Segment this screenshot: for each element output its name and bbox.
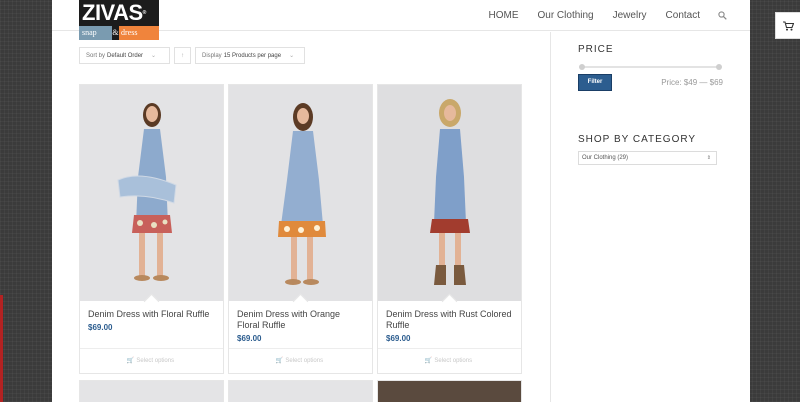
chevron-updown-icon: ⇕ [706, 155, 711, 161]
shop-sidebar: PRICE Filter Price: $49 — $69 SHOP BY CA… [550, 32, 750, 402]
product-name[interactable]: Denim Dress with Rust Colored Ruffle [386, 309, 513, 331]
products-per-page-dropdown[interactable]: Display 15 Products per page ⌄ [195, 47, 305, 64]
product-card[interactable]: Denim Dress with Rust Colored Ruffle $69… [377, 84, 522, 374]
logo-tagline: snap & dress [79, 26, 159, 40]
chevron-down-icon: ⌄ [289, 53, 295, 59]
select-options-button[interactable]: 🛒 Select options [229, 349, 372, 373]
product-card[interactable]: Denim Dress with Floral Ruffle $69.00 🛒 S… [79, 84, 224, 374]
price-slider-max-handle[interactable] [716, 64, 722, 70]
product-info: Denim Dress with Floral Ruffle $69.00 [80, 301, 223, 349]
product-price: $69.00 [237, 334, 262, 343]
product-price: $69.00 [88, 323, 113, 332]
product-image[interactable] [80, 85, 223, 301]
nav-jewelry[interactable]: Jewelry [613, 10, 647, 21]
product-card[interactable]: Denim Dress with Orange Floral Ruffle $6… [228, 84, 373, 374]
select-options-label: Select options [285, 358, 324, 364]
price-slider-min-handle[interactable] [579, 64, 585, 70]
logo-wordmark: ZIVAS® [79, 0, 159, 26]
sort-by-label: Sort by [86, 52, 106, 59]
nav-contact[interactable]: Contact [666, 10, 700, 21]
product-info: Denim Dress with Rust Colored Ruffle $69… [378, 301, 521, 349]
sort-direction-button[interactable]: ↑ [174, 47, 191, 64]
logo-tagline-amp: & [112, 26, 119, 40]
nav-home[interactable]: HOME [488, 10, 518, 21]
product-price: $69.00 [386, 334, 411, 343]
category-dropdown[interactable]: Our Clothing (29) ⇕ [578, 151, 717, 165]
price-filter-title: PRICE [578, 44, 614, 55]
logo-tagline-right: dress [119, 26, 159, 40]
product-image[interactable] [229, 85, 372, 301]
sort-by-dropdown[interactable]: Sort by Default Order ⌄ [79, 47, 170, 64]
cart-button[interactable] [775, 12, 800, 39]
display-label: Display [202, 52, 222, 59]
sort-by-value: Default Order [107, 52, 144, 59]
product-name[interactable]: Denim Dress with Floral Ruffle [88, 309, 215, 320]
nav-our-clothing[interactable]: Our Clothing [537, 10, 593, 21]
price-slider[interactable] [579, 64, 722, 70]
page-container: ZIVAS® snap & dress HOME Our Clothing Je… [52, 0, 750, 402]
cart-icon [783, 21, 794, 31]
logo-tagline-left: snap [79, 26, 112, 40]
cart-icon: 🛒 [275, 358, 284, 364]
category-title: SHOP BY CATEGORY [578, 134, 697, 145]
price-range-label: Price: $49 — $69 [661, 78, 723, 87]
chevron-down-icon: ⌄ [151, 53, 157, 59]
site-header: ZIVAS® snap & dress HOME Our Clothing Je… [52, 0, 750, 40]
product-card-partial[interactable] [79, 380, 224, 402]
select-options-button[interactable]: 🛒 Select options [378, 349, 521, 373]
display-value: 15 Products per page [223, 52, 282, 59]
product-image[interactable] [378, 85, 521, 301]
select-options-button[interactable]: 🛒 Select options [80, 349, 223, 373]
cart-icon: 🛒 [126, 358, 135, 364]
sort-direction-icon: ↑ [181, 52, 184, 59]
site-logo[interactable]: ZIVAS® snap & dress [79, 0, 159, 40]
category-selected-value: Our Clothing (29) [582, 155, 629, 161]
main-nav: HOME Our Clothing Jewelry Contact [469, 10, 728, 21]
select-options-label: Select options [136, 358, 175, 364]
catalog-ordering: Sort by Default Order ⌄ ↑ Display 15 Pro… [79, 47, 305, 64]
background-accent-strip [0, 295, 3, 402]
filter-button[interactable]: Filter [578, 74, 612, 91]
select-options-label: Select options [434, 358, 473, 364]
cart-icon: 🛒 [424, 358, 433, 364]
search-icon[interactable] [718, 10, 728, 21]
product-info: Denim Dress with Orange Floral Ruffle $6… [229, 301, 372, 349]
product-card-partial[interactable] [228, 380, 373, 402]
product-card-partial[interactable] [377, 380, 522, 402]
product-name[interactable]: Denim Dress with Orange Floral Ruffle [237, 309, 364, 331]
